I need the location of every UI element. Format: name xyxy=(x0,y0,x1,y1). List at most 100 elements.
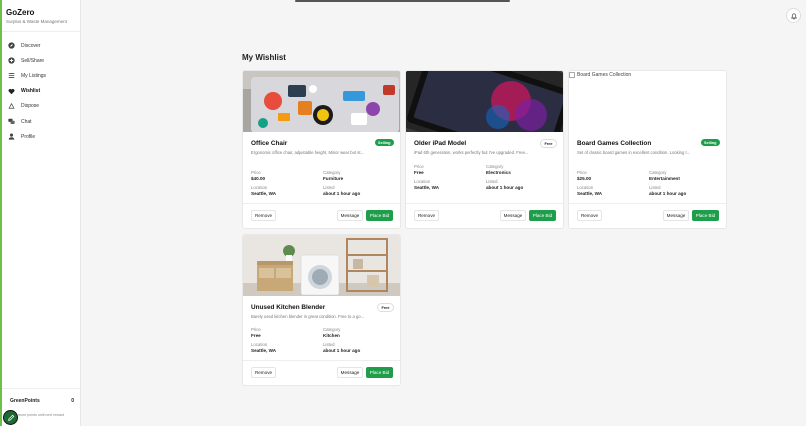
sidebar-item-profile[interactable]: Profile xyxy=(2,129,81,144)
message-button[interactable]: Message xyxy=(663,210,689,221)
greenpoints-value: 0 xyxy=(71,398,74,404)
category-label: Category xyxy=(649,170,667,175)
sidebar-item-wishlist[interactable]: Wishlist xyxy=(2,84,81,99)
divider xyxy=(2,31,81,32)
listed-label: Listed xyxy=(323,342,335,347)
place-bid-button[interactable]: Place Bid xyxy=(366,210,393,221)
sidebar-item-my-listings[interactable]: My Listings xyxy=(2,68,81,83)
price-label: Price xyxy=(251,170,261,175)
message-button[interactable]: Message xyxy=(337,367,363,378)
category-label: Category xyxy=(323,327,341,332)
recycle-icon xyxy=(8,102,15,110)
broken-image-placeholder: Board Games Collection xyxy=(569,71,726,132)
sidebar-item-label: My Listings xyxy=(21,72,47,79)
location-label: Location xyxy=(414,179,431,184)
sidebar-item-label: Sell/Share xyxy=(21,57,45,64)
sidebar: GoZero Surplus & Waste Management Discov… xyxy=(2,0,81,426)
sidebar-item-label: Chat xyxy=(21,118,32,125)
listed-label: Listed xyxy=(486,179,498,184)
price-label: Price xyxy=(251,327,261,332)
divider xyxy=(569,203,726,204)
chat-bubbles-icon xyxy=(8,118,15,125)
user-icon xyxy=(8,133,15,140)
message-button[interactable]: Message xyxy=(337,210,363,221)
price-value: Free xyxy=(414,170,424,175)
sidebar-item-dispose[interactable]: Dispose xyxy=(2,99,81,114)
location-value: Seattle, WA xyxy=(577,191,603,196)
remove-button[interactable]: Remove xyxy=(577,210,602,221)
status-badge: Free xyxy=(539,139,557,148)
item-description: Barely used kitchen blender in great con… xyxy=(251,314,365,319)
item-description: Ergonomic office chair, adjustable heigh… xyxy=(251,150,365,155)
bell-icon xyxy=(790,13,797,20)
divider xyxy=(243,360,400,361)
category-value: Furniture xyxy=(323,176,344,181)
brand: GoZero Surplus & Waste Management xyxy=(6,8,67,24)
greenpoints-label: GreenPoints xyxy=(10,398,40,404)
status-badge: Selling xyxy=(374,139,394,146)
listed-value: about 1 hour ago xyxy=(486,185,524,190)
sidebar-item-sell-share[interactable]: Sell/Share xyxy=(2,53,81,68)
price-label: Price xyxy=(414,164,424,169)
price-value: $25.00 xyxy=(577,176,592,181)
app-tagline: Surplus & Waste Management xyxy=(6,19,67,24)
divider xyxy=(2,388,81,389)
location-value: Seattle, WA xyxy=(414,185,440,190)
edit-fab-button[interactable] xyxy=(3,410,18,425)
wishlist-card: Older iPad Model Free iPad 6th generatio… xyxy=(405,70,564,229)
sidebar-item-discover[interactable]: Discover xyxy=(2,38,81,53)
list-icon xyxy=(8,72,15,79)
category-value: Kitchen xyxy=(323,333,340,338)
broken-image-icon xyxy=(569,72,575,78)
greenpoints-panel: GreenPoints 0 more points until next rew… xyxy=(10,398,74,417)
listed-value: about 1 hour ago xyxy=(649,191,687,196)
price-value: Free xyxy=(251,333,261,338)
remove-button[interactable]: Remove xyxy=(251,367,276,378)
remove-button[interactable]: Remove xyxy=(414,210,439,221)
item-description: Set of classic board games in excellent … xyxy=(577,150,691,155)
sidebar-item-label: Discover xyxy=(21,42,41,49)
listed-value: about 1 hour ago xyxy=(323,348,361,353)
item-photo xyxy=(406,71,563,132)
status-badge: Free xyxy=(376,303,394,312)
category-value: Entertainment xyxy=(649,176,680,181)
pencil-icon xyxy=(7,414,14,421)
price-label: Price xyxy=(577,170,587,175)
remove-button[interactable]: Remove xyxy=(251,210,276,221)
item-description: iPad 6th generation, works perfectly but… xyxy=(414,150,529,155)
place-bid-button[interactable]: Place Bid xyxy=(529,210,556,221)
location-label: Location xyxy=(251,342,268,347)
category-value: Electronics xyxy=(486,170,511,175)
window-handle xyxy=(295,0,510,2)
compass-icon xyxy=(8,42,15,49)
plus-circle-icon xyxy=(8,57,15,64)
sidebar-item-label: Dispose xyxy=(21,103,40,110)
notifications-button[interactable] xyxy=(786,8,801,23)
price-value: $40.00 xyxy=(251,176,266,181)
page-title: My Wishlist xyxy=(242,53,286,62)
place-bid-button[interactable]: Place Bid xyxy=(366,367,393,378)
status-badge: Selling xyxy=(700,139,720,146)
place-bid-button[interactable]: Place Bid xyxy=(692,210,719,221)
item-title: Older iPad Model xyxy=(414,140,467,147)
sidebar-item-label: Wishlist xyxy=(21,88,41,95)
item-title: Board Games Collection xyxy=(577,140,652,147)
image-alt-text: Board Games Collection xyxy=(577,72,632,78)
app-name: GoZero xyxy=(6,8,35,17)
divider xyxy=(406,203,563,204)
message-button[interactable]: Message xyxy=(500,210,526,221)
divider xyxy=(243,203,400,204)
location-value: Seattle, WA xyxy=(251,348,277,353)
item-title: Unused Kitchen Blender xyxy=(251,304,326,311)
listed-label: Listed xyxy=(649,185,661,190)
listed-label: Listed xyxy=(323,185,335,190)
location-label: Location xyxy=(577,185,594,190)
location-label: Location xyxy=(251,185,268,190)
category-label: Category xyxy=(486,164,504,169)
location-value: Seattle, WA xyxy=(251,191,277,196)
wishlist-card: Office Chair Selling Ergonomic office ch… xyxy=(242,70,401,229)
item-photo: Board Games Collection xyxy=(569,71,726,132)
sidebar-item-chat[interactable]: Chat xyxy=(2,114,81,129)
listed-value: about 1 hour ago xyxy=(323,191,361,196)
sidebar-nav: Discover Sell/Share My Listings Wishlist… xyxy=(2,38,81,144)
